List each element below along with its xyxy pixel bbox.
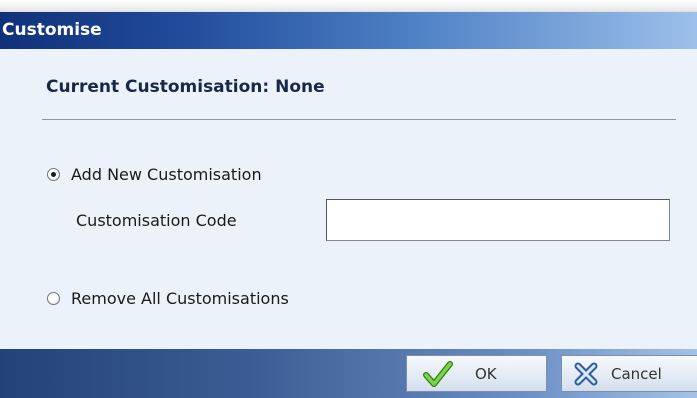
- cancel-x-icon: [571, 360, 601, 388]
- checkmark-icon: [423, 360, 453, 388]
- ok-button-label: OK: [475, 364, 497, 383]
- cancel-button-label: Cancel: [611, 364, 662, 383]
- add-new-customisation-radio[interactable]: [47, 167, 60, 181]
- section-divider: [42, 119, 676, 120]
- ok-button[interactable]: OK: [406, 355, 547, 392]
- current-customisation-heading: Current Customisation: None: [46, 77, 325, 97]
- add-new-customisation-label: Add New Customisation: [71, 164, 262, 184]
- title-bar[interactable]: Customise: [0, 12, 697, 49]
- customise-dialog: Customise Current Customisation: None Ad…: [0, 0, 697, 398]
- remove-all-customisations-radio[interactable]: [47, 291, 60, 305]
- remove-all-customisations-label: Remove All Customisations: [71, 288, 289, 308]
- customisation-code-input[interactable]: [326, 199, 670, 241]
- dialog-title: Customise: [2, 20, 102, 40]
- remove-all-customisations-option[interactable]: Remove All Customisations: [47, 286, 289, 310]
- add-new-customisation-option[interactable]: Add New Customisation: [47, 162, 262, 186]
- customisation-code-label: Customisation Code: [76, 211, 237, 230]
- window-top-strip: [0, 0, 697, 12]
- cancel-button[interactable]: Cancel: [561, 355, 697, 392]
